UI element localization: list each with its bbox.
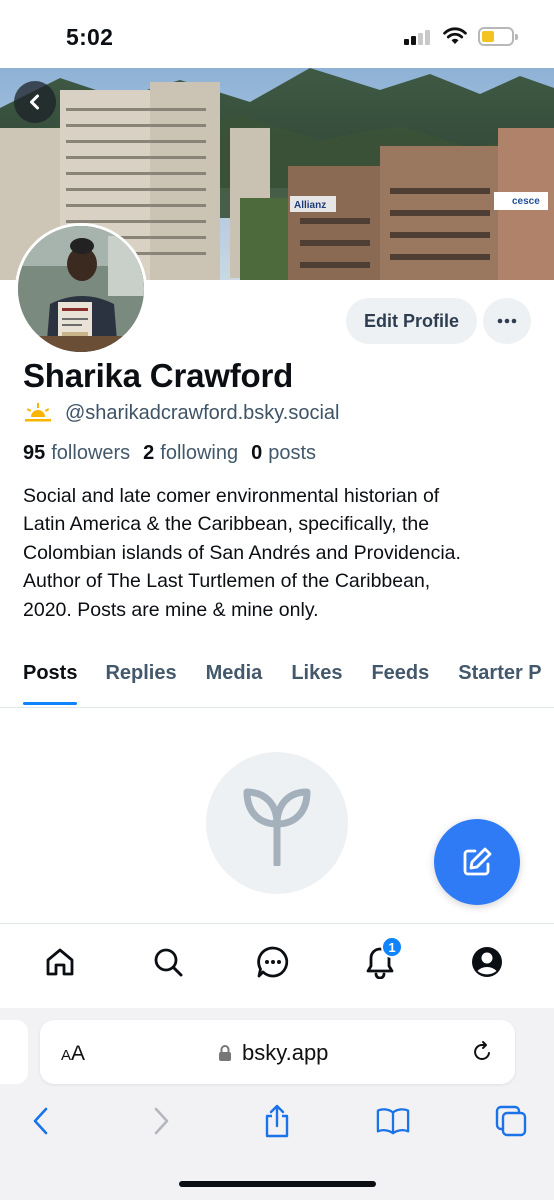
wifi-icon: [443, 27, 467, 44]
empty-state: [206, 752, 348, 894]
nav-chat[interactable]: [255, 944, 291, 980]
tabs-button[interactable]: [494, 1103, 528, 1139]
tab-label: Starter P: [458, 662, 542, 684]
bookmarks-button[interactable]: [376, 1103, 410, 1139]
tab-label: Posts: [23, 662, 78, 684]
url-display[interactable]: bsky.app: [218, 1040, 328, 1066]
home-indicator: [179, 1181, 376, 1187]
browser-back-button[interactable]: [24, 1103, 58, 1139]
tab-starter-packs[interactable]: Starter P: [458, 652, 541, 707]
tabs-icon: [495, 1105, 527, 1137]
bio-line: 2020. Posts are mine & mine only.: [23, 598, 319, 621]
status-time: 5:02: [66, 24, 114, 50]
handle-row: @sharikadcrawford.bsky.social: [23, 401, 339, 425]
tab-media[interactable]: Media: [206, 652, 263, 707]
battery-icon: [478, 27, 518, 46]
forward-icon: [154, 1107, 169, 1135]
url-text: bsky.app: [242, 1040, 329, 1065]
browser-forward-button[interactable]: [144, 1103, 178, 1139]
status-bar: 5:02: [0, 0, 554, 68]
share-button[interactable]: [260, 1103, 294, 1139]
aa-big: A: [71, 1042, 86, 1065]
bio-line: Colombian islands of San Andrés and Prov…: [23, 541, 461, 564]
profile-bio: Social and late comer environmental hist…: [23, 482, 533, 624]
reader-settings-button[interactable]: AA: [61, 1042, 85, 1066]
following-label: following: [160, 442, 239, 464]
tab-replies[interactable]: Replies: [105, 652, 176, 707]
compose-icon: [463, 847, 492, 876]
posts-count: 0: [251, 442, 263, 464]
nav-profile[interactable]: [469, 944, 505, 980]
reload-icon[interactable]: [470, 1040, 494, 1064]
lock-icon: [219, 1045, 231, 1061]
nav-home[interactable]: [42, 944, 78, 980]
cellular-signal-icon: [404, 29, 434, 45]
tab-posts[interactable]: Posts: [23, 652, 78, 707]
previous-tab-preview[interactable]: [0, 1020, 28, 1084]
profile-stats: 95 followers 2 following 0 posts: [23, 442, 329, 465]
active-tab-indicator: [23, 702, 78, 705]
followers-stat[interactable]: 95 followers: [23, 442, 130, 465]
following-count: 2: [143, 442, 155, 464]
following-stat[interactable]: 2 following: [143, 442, 238, 465]
posts-stat: 0 posts: [251, 442, 316, 465]
profile-handle[interactable]: @sharikadcrawford.bsky.social: [65, 402, 339, 425]
profile-icon: [472, 947, 502, 977]
sunrise-emoji-icon: [25, 403, 51, 422]
share-icon: [265, 1104, 289, 1138]
chat-icon: [257, 946, 289, 978]
followers-label: followers: [51, 442, 131, 464]
banner-sign-left: Allianz: [294, 200, 326, 211]
banner-sign-right: cesce: [512, 196, 540, 207]
edit-profile-button[interactable]: Edit Profile: [346, 298, 477, 344]
nav-search[interactable]: [150, 944, 186, 980]
bio-line: Latin America & the Caribbean, specifica…: [23, 513, 430, 536]
avatar-image: [18, 226, 144, 352]
profile-tabs: Posts Replies Media Likes Feeds Starter …: [0, 652, 554, 708]
bio-line: Social and late comer environmental hist…: [23, 485, 440, 507]
chevron-left-icon: [30, 94, 39, 110]
sprout-icon: [243, 788, 311, 866]
display-name: Sharika Crawford: [23, 357, 294, 394]
bookmarks-icon: [376, 1108, 410, 1135]
compose-button[interactable]: [434, 819, 520, 905]
search-icon: [154, 948, 183, 977]
address-bar[interactable]: AA bsky.app: [40, 1020, 515, 1084]
followers-count: 95: [23, 442, 46, 464]
back-button[interactable]: [14, 81, 56, 123]
avatar[interactable]: [15, 223, 147, 355]
more-options-button[interactable]: [483, 298, 531, 344]
bio-line: Author of The Last Turtlemen of the Cari…: [23, 570, 431, 593]
tab-likes[interactable]: Likes: [291, 652, 342, 707]
more-horizontal-icon: [497, 318, 517, 324]
bottom-nav: [0, 923, 554, 1008]
aa-small: A: [61, 1047, 72, 1064]
tab-label: Likes: [291, 662, 343, 684]
tab-feeds[interactable]: Feeds: [371, 652, 429, 707]
notification-badge: 1: [381, 936, 403, 958]
tab-label: Replies: [105, 662, 177, 684]
posts-label: posts: [268, 442, 317, 464]
back-icon: [33, 1107, 48, 1135]
tab-label: Feeds: [371, 662, 430, 684]
tab-label: Media: [205, 662, 263, 684]
home-icon: [46, 948, 74, 976]
